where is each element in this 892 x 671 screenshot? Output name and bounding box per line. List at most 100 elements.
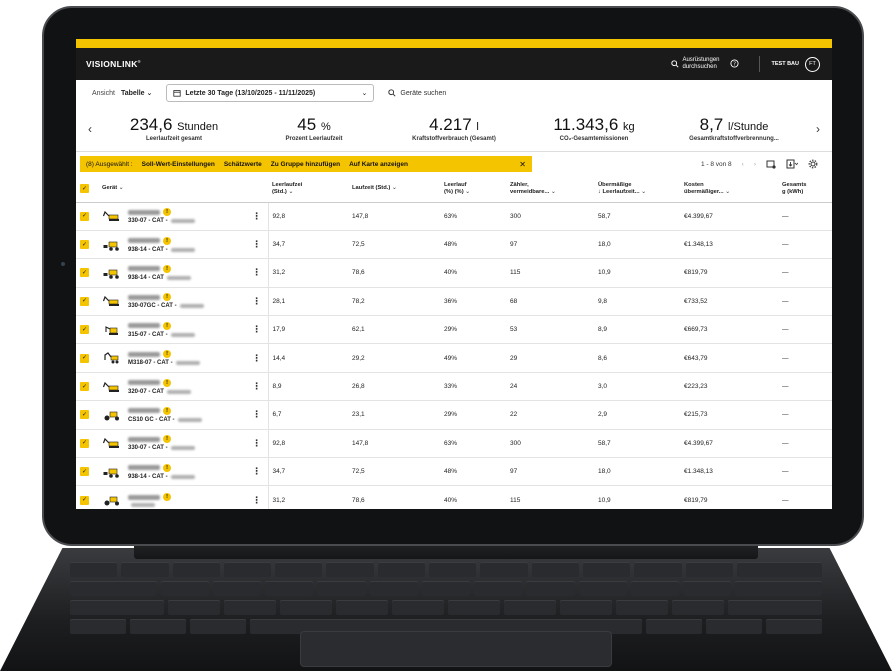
col-device[interactable]: Gerät ⌄ — [98, 176, 246, 203]
col-idle-time[interactable]: Leerlaufzei (Std.) ⌄ — [268, 176, 348, 203]
device-id-redacted — [179, 304, 204, 309]
table-row[interactable]: ✓! 938-14 - CAT - ⋮ 34,7 72,5 48% 97 18,0 €1.348… — [76, 230, 832, 260]
warning-icon[interactable]: ! — [163, 406, 171, 415]
counter-cell: 22 — [506, 400, 594, 430]
col-excess-idle[interactable]: Übermäßige ↓ Leerlaufzeit... ⌄ — [594, 176, 680, 203]
add-to-group-button[interactable]: Zu Gruppe hinzufügen — [271, 161, 340, 168]
col-total[interactable]: Gesamts g (kWh) — [778, 176, 832, 203]
kpi-next-icon[interactable]: › — [804, 122, 832, 136]
table-row[interactable]: ✓! 938-14 - CAT - ⋮ 34,7 72,5 48% 97 18,0 €1.348… — [76, 457, 832, 487]
view-select[interactable]: Tabelle ⌄ — [121, 89, 152, 97]
row-checkbox[interactable]: ✓ — [76, 202, 98, 231]
equipment-search[interactable]: Ausrüstungen durchsuchen — [671, 57, 720, 71]
table-row[interactable]: ✓! 330-07 - CAT - ⋮ 92,8 147,8 63% 300 58,7 €4.3… — [76, 429, 832, 459]
device-search[interactable]: Geräte suchen — [388, 89, 446, 97]
chevron-down-icon: ⌄ — [641, 188, 647, 195]
col-cost[interactable]: Kosten übermäßiger... ⌄ — [680, 176, 778, 203]
col-runtime[interactable]: Laufzeit (Std.) ⌄ — [348, 176, 440, 203]
col-idle-pct[interactable]: Leerlauf (%) (%) ⌄ — [440, 176, 506, 203]
warning-icon[interactable]: ! — [163, 493, 171, 502]
table-row[interactable]: ✓! CS10 GC - CAT - ⋮ 6,7 23,1 29% 22 2,9 €215,73… — [76, 400, 832, 430]
device-cell[interactable]: ! 320-07 - CAT — [98, 372, 246, 402]
gear-icon[interactable] — [808, 159, 818, 169]
warning-icon[interactable]: ! — [163, 236, 171, 245]
warning-icon[interactable]: ! — [163, 208, 171, 217]
more-options-icon[interactable]: ⋮ — [246, 202, 269, 231]
warning-icon[interactable]: ! — [163, 463, 171, 472]
idle-pct-cell: 29% — [440, 400, 506, 430]
warning-icon[interactable]: ! — [163, 264, 171, 273]
visionlink-logo[interactable]: VISIONLINK® — [86, 59, 141, 69]
warning-icon[interactable]: ! — [163, 350, 171, 359]
total-cell: — — [778, 372, 832, 402]
device-cell[interactable]: ! M318-07 - CAT - — [98, 343, 246, 373]
row-checkbox[interactable]: ✓ — [76, 343, 98, 373]
warning-icon[interactable]: ! — [163, 293, 171, 302]
warning-icon[interactable]: ! — [163, 378, 171, 387]
target-settings-button[interactable]: Soll-Wert-Einstellungen — [142, 161, 215, 168]
row-checkbox[interactable]: ✓ — [76, 457, 98, 487]
row-checkbox[interactable]: ✓ — [76, 485, 98, 509]
more-options-icon[interactable]: ⋮ — [246, 457, 269, 487]
row-checkbox[interactable]: ✓ — [76, 400, 98, 430]
idle-time-cell: 8,9 — [268, 372, 348, 402]
device-id-redacted — [175, 361, 200, 366]
show-on-map-button[interactable]: Auf Karte anzeigen — [349, 161, 408, 168]
table-row[interactable]: ✓! 330-07 - CAT - ⋮ 92,8 147,8 63% 300 58,7 €4.3… — [76, 202, 832, 231]
cost-cell: €669,73 — [680, 315, 778, 345]
device-cell[interactable]: ! 938-14 - CAT - — [98, 230, 246, 260]
table-row[interactable]: ✓! 938-14 - CAT ⋮ 31,2 78,6 40% 115 10,9 €819,79… — [76, 258, 832, 288]
table-row[interactable]: ✓! ⋮ 31,2 78,6 40% 115 10,9 €819,79— — [76, 485, 832, 509]
more-options-icon[interactable]: ⋮ — [246, 485, 269, 509]
serial-number-redacted — [128, 266, 160, 272]
row-checkbox[interactable]: ✓ — [76, 315, 98, 345]
device-cell[interactable]: ! 315-07 - CAT - — [98, 315, 246, 345]
prev-page-icon[interactable]: ‹ — [742, 161, 744, 168]
date-range-select[interactable]: Letzte 30 Tage (13/10/2025 - 11/11/2025)… — [166, 84, 375, 102]
more-options-icon[interactable]: ⋮ — [246, 343, 269, 373]
more-options-icon[interactable]: ⋮ — [246, 287, 269, 317]
col-counter[interactable]: Zähler, vermeidbare... ⌄ — [506, 176, 594, 203]
excavator-icon — [102, 209, 122, 223]
more-options-icon[interactable]: ⋮ — [246, 258, 269, 288]
device-cell[interactable]: ! 330-07GC - CAT - — [98, 287, 246, 317]
idle-pct-cell: 40% — [440, 485, 506, 509]
more-options-icon[interactable]: ⋮ — [246, 230, 269, 260]
company-name[interactable]: TEST BAU — [772, 61, 800, 67]
next-page-icon[interactable]: › — [754, 161, 756, 168]
warning-icon[interactable]: ! — [163, 435, 171, 444]
table-row[interactable]: ✓! 320-07 - CAT ⋮ 8,9 26,8 33% 24 3,0 €223,23— — [76, 372, 832, 402]
row-checkbox[interactable]: ✓ — [76, 230, 98, 260]
row-checkbox[interactable]: ✓ — [76, 287, 98, 317]
device-cell[interactable]: ! CS10 GC - CAT - — [98, 400, 246, 430]
kpi-prev-icon[interactable]: ‹ — [76, 122, 104, 136]
row-checkbox[interactable]: ✓ — [76, 258, 98, 288]
chevron-down-icon: ⌄ — [288, 188, 294, 195]
warning-icon[interactable]: ! — [163, 321, 171, 330]
row-checkbox[interactable]: ✓ — [76, 429, 98, 459]
question-circle-icon[interactable]: ? — [729, 58, 739, 70]
row-checkbox[interactable]: ✓ — [76, 372, 98, 402]
page-info: 1 - 8 von 8 — [700, 160, 732, 168]
close-icon[interactable]: ✕ — [519, 160, 526, 169]
table-row[interactable]: ✓! 330-07GC - CAT - ⋮ 28,1 78,2 36% 68 9,8 €733,… — [76, 287, 832, 317]
download-icon[interactable] — [786, 159, 798, 169]
more-options-icon[interactable]: ⋮ — [246, 400, 269, 430]
svg-text:?: ? — [733, 61, 736, 67]
table-row[interactable]: ✓! M318-07 - CAT - ⋮ 14,4 29,2 49% 29 8,6 €643,7… — [76, 343, 832, 373]
device-cell[interactable]: ! 938-14 - CAT — [98, 258, 246, 288]
more-options-icon[interactable]: ⋮ — [246, 429, 269, 459]
device-cell[interactable]: ! 330-07 - CAT - — [98, 202, 246, 231]
estimates-button[interactable]: Schätzwerte — [224, 161, 262, 168]
more-options-icon[interactable]: ⋮ — [246, 372, 269, 402]
calendar-settings-icon[interactable] — [766, 159, 776, 169]
select-all-checkbox[interactable]: ✓ — [76, 176, 98, 203]
device-cell[interactable]: ! 938-14 - CAT - — [98, 457, 246, 487]
avatar[interactable]: FT — [805, 56, 820, 72]
device-cell[interactable]: ! 330-07 - CAT - — [98, 429, 246, 459]
chevron-down-icon: ⌄ — [550, 188, 556, 195]
device-cell[interactable]: ! — [98, 485, 246, 509]
view-label: Ansicht — [92, 89, 115, 97]
more-options-icon[interactable]: ⋮ — [246, 315, 269, 345]
table-row[interactable]: ✓! 315-07 - CAT - ⋮ 17,9 62,1 29% 53 8,9 €669,73… — [76, 315, 832, 345]
